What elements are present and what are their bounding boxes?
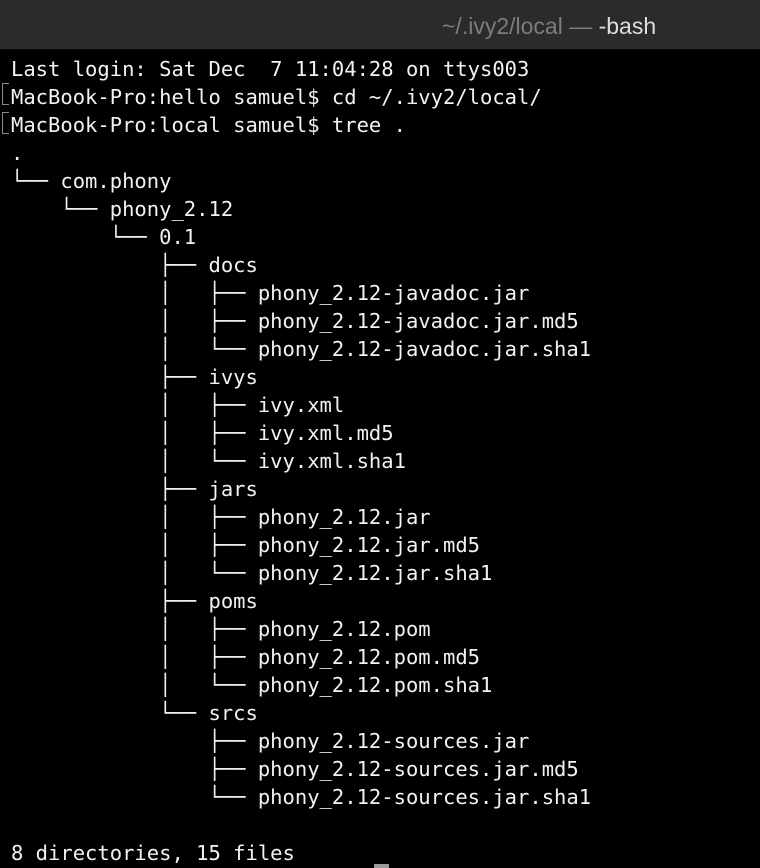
prompt-mark-icon (2, 83, 9, 105)
tree-output-line: . (11, 141, 24, 165)
tree-output-line: └── phony_2.12 (11, 197, 234, 221)
tree-output-line: │ ├── phony_2.12.jar.md5 (11, 533, 480, 557)
text-cursor (374, 864, 389, 868)
title-bar[interactable]: ~/.ivy2/local — -bash (0, 0, 760, 50)
tree-output-line: │ ├── phony_2.12.pom (11, 617, 431, 641)
window-title-path: ~/.ivy2/local (442, 13, 563, 39)
tree-output-line: └── 0.1 (11, 225, 197, 249)
tree-output-line: └── com.phony (11, 169, 172, 193)
terminal-window: ~/.ivy2/local — -bash Last login: Sat De… (0, 0, 760, 868)
tree-summary-line: 8 directories, 15 files (11, 841, 295, 865)
tree-output-line: │ ├── ivy.xml.md5 (11, 421, 394, 445)
tree-output-line: │ ├── phony_2.12.pom.md5 (11, 645, 480, 669)
tree-output-line: │ ├── ivy.xml (11, 393, 345, 417)
tree-output-line: ├── phony_2.12-sources.jar (11, 729, 530, 753)
tree-output-line: └── phony_2.12-sources.jar.sha1 (11, 785, 592, 809)
tree-output-line: ├── docs (11, 253, 258, 277)
tree-output-line: │ └── phony_2.12.jar.sha1 (11, 561, 493, 585)
window-title: ~/.ivy2/local — -bash (442, 12, 656, 40)
tree-output-line: │ └── phony_2.12.pom.sha1 (11, 673, 493, 697)
tree-output-line: │ ├── phony_2.12.jar (11, 505, 431, 529)
prompt-mark-icon (2, 112, 9, 134)
tree-output-line: ├── ivys (11, 365, 258, 389)
command-line: MacBook-Pro:local samuel$ tree . (11, 113, 406, 137)
last-login-line: Last login: Sat Dec 7 11:04:28 on ttys00… (11, 57, 530, 81)
tree-output-line: ├── poms (11, 589, 258, 613)
window-title-process: -bash (598, 13, 657, 39)
command-line: MacBook-Pro:hello samuel$ cd ~/.ivy2/loc… (11, 85, 542, 109)
tree-output-line: │ └── ivy.xml.sha1 (11, 449, 406, 473)
tree-output-line: │ ├── phony_2.12-javadoc.jar.md5 (11, 309, 579, 333)
tree-output-line: │ ├── phony_2.12-javadoc.jar (11, 281, 530, 305)
tree-output-line: ├── phony_2.12-sources.jar.md5 (11, 757, 579, 781)
tree-output-line: ├── jars (11, 477, 258, 501)
tree-output-line: └── srcs (11, 701, 258, 725)
tree-output-line: │ └── phony_2.12-javadoc.jar.sha1 (11, 337, 592, 361)
window-title-separator: — (562, 13, 599, 39)
